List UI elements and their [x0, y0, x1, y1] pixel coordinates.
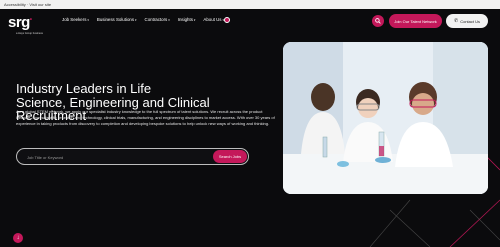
- top-utility-text[interactable]: Accessibility · Visit our site: [4, 2, 51, 7]
- arrow-down-icon[interactable]: ↓: [13, 233, 23, 243]
- chevron-down-icon: ▾: [168, 18, 170, 22]
- globe-icon[interactable]: [224, 17, 230, 23]
- brand-name: srg•: [8, 14, 32, 31]
- contact-us-button[interactable]: ✆ Contact Us: [446, 14, 488, 28]
- top-utility-bar: Accessibility · Visit our site: [0, 0, 500, 9]
- phone-icon: ✆: [454, 18, 459, 24]
- job-search-input[interactable]: [27, 153, 207, 161]
- nav-item-job-seekers[interactable]: Job Seekers▾: [62, 17, 89, 22]
- hero-description: As a global STEM network, we apply our s…: [16, 109, 275, 127]
- brand-tagline: a Hays Group business: [16, 32, 43, 35]
- contact-us-label: Contact Us: [460, 18, 480, 24]
- hero-headline-line1: Industry Leaders in Life: [16, 81, 152, 96]
- chevron-down-icon: ▾: [193, 18, 196, 22]
- page: Accessibility · Visit our site srg• a Ha…: [0, 0, 500, 247]
- job-search-bar: Search Jobs: [16, 148, 249, 165]
- chevron-down-icon: ▾: [135, 18, 137, 22]
- nav-item-insights[interactable]: Insights▾: [178, 17, 196, 22]
- nav-item-business-solutions[interactable]: Business Solutions▾: [97, 17, 137, 22]
- header-search-button[interactable]: [372, 15, 384, 27]
- search-icon: [375, 18, 381, 24]
- hero-lab-scientists-image: [283, 42, 488, 194]
- nav-item-contractors[interactable]: Contractors▾: [145, 17, 170, 22]
- chevron-down-icon: ▾: [87, 18, 89, 22]
- nav-item-about-us[interactable]: About Us▾: [203, 17, 224, 22]
- join-talent-network-button[interactable]: Join Our Talent Network: [389, 14, 442, 28]
- brand-logo[interactable]: srg• a Hays Group business: [8, 13, 48, 35]
- search-jobs-button[interactable]: Search Jobs: [213, 150, 247, 163]
- primary-nav: Job Seekers▾ Business Solutions▾ Contrac…: [62, 17, 224, 22]
